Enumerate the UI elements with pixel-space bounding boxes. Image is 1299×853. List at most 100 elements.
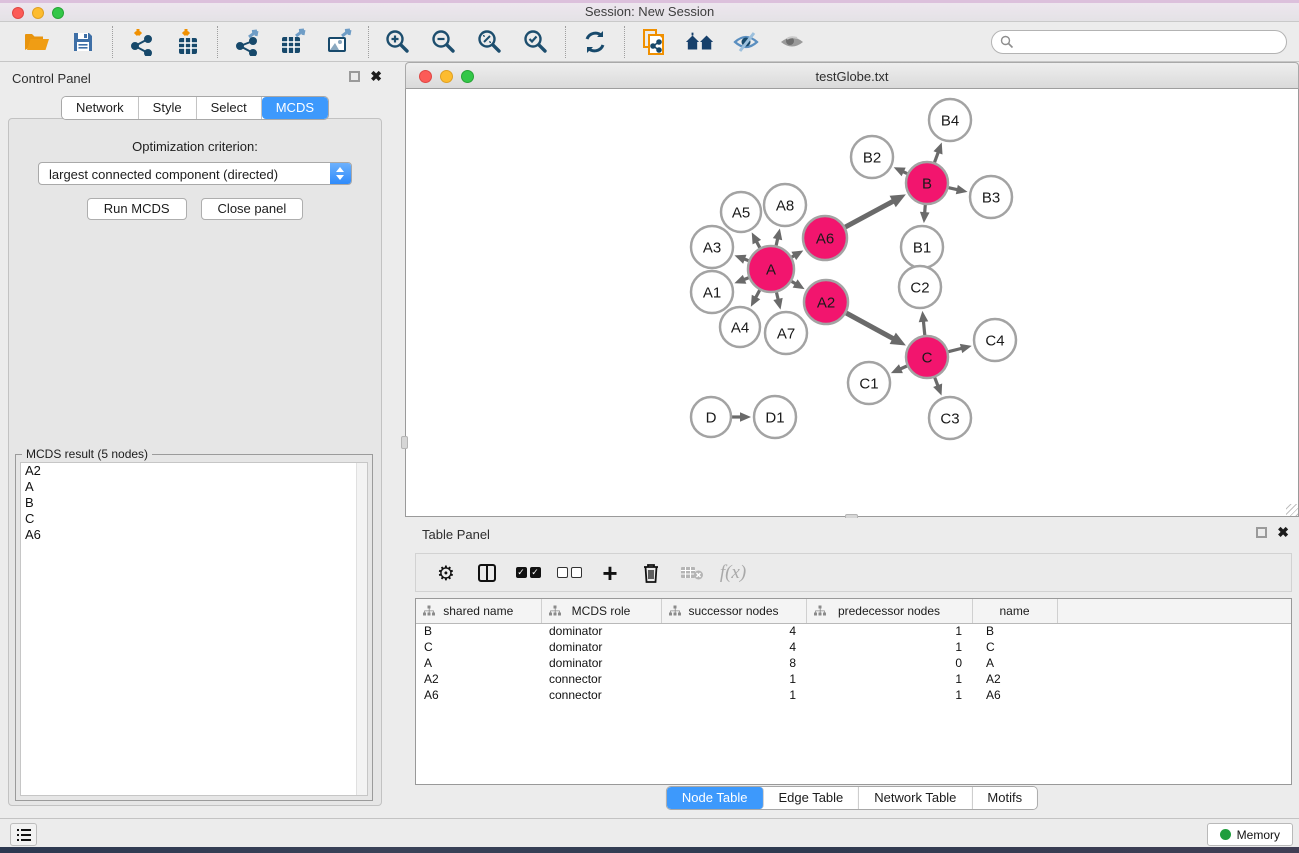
table-cell[interactable]: C — [416, 639, 541, 655]
graph-node-B1[interactable]: B1 — [901, 226, 943, 268]
import-network-icon[interactable] — [127, 27, 157, 57]
zoom-selected-icon[interactable] — [521, 27, 551, 57]
column-header[interactable]: shared name — [416, 599, 541, 623]
export-image-icon[interactable] — [324, 27, 354, 57]
close-panel-button[interactable]: Close panel — [201, 198, 304, 220]
export-table-icon[interactable] — [278, 27, 308, 57]
table-cell[interactable]: B — [972, 623, 1057, 639]
graph-node-A4[interactable]: A4 — [720, 307, 760, 347]
first-neighbors-icon[interactable] — [685, 27, 715, 57]
run-mcds-button[interactable]: Run MCDS — [87, 198, 187, 220]
float-panel-icon[interactable] — [349, 71, 360, 82]
table-cell[interactable]: connector — [541, 671, 661, 687]
table-cell[interactable]: 1 — [806, 623, 972, 639]
export-network-icon[interactable] — [232, 27, 262, 57]
window-resize-handle[interactable] — [1286, 504, 1298, 516]
result-item[interactable]: A6 — [21, 527, 367, 543]
graph-node-A6[interactable]: A6 — [803, 216, 847, 260]
table-cell[interactable]: A2 — [972, 671, 1057, 687]
table-row[interactable]: A6connector11A6 — [416, 687, 1291, 703]
tab-select[interactable]: Select — [197, 97, 262, 119]
tab-motifs[interactable]: Motifs — [972, 787, 1037, 809]
delete-table-icon[interactable] — [679, 560, 705, 586]
graph-node-A2[interactable]: A2 — [804, 280, 848, 324]
zoom-fit-icon[interactable] — [475, 27, 505, 57]
node-table[interactable]: shared nameMCDS rolesuccessor nodesprede… — [415, 598, 1292, 785]
criterion-select[interactable]: largest connected component (directed) — [38, 162, 352, 185]
network-canvas-area[interactable]: B4B2BB3A5A8A6B1A3AA1C2A2A4A7C4CC1C3DD1 — [405, 89, 1299, 517]
graph-node-D1[interactable]: D1 — [754, 396, 796, 438]
open-file-icon[interactable] — [22, 27, 52, 57]
tab-edge-table[interactable]: Edge Table — [763, 787, 859, 809]
graph-node-B3[interactable]: B3 — [970, 176, 1012, 218]
table-cell[interactable]: 1 — [806, 671, 972, 687]
graph-node-B4[interactable]: B4 — [929, 99, 971, 141]
search-input[interactable] — [991, 30, 1287, 54]
close-panel-icon[interactable]: ✖ — [370, 68, 382, 85]
refresh-layout-icon[interactable] — [580, 27, 610, 57]
graph-node-C4[interactable]: C4 — [974, 319, 1016, 361]
table-cell[interactable]: A6 — [972, 687, 1057, 703]
column-header[interactable]: predecessor nodes — [806, 599, 972, 623]
graph-node-D[interactable]: D — [691, 397, 731, 437]
table-cell[interactable]: 4 — [661, 639, 806, 655]
graph-node-C1[interactable]: C1 — [848, 362, 890, 404]
duplicate-network-icon[interactable] — [639, 27, 669, 57]
table-cell[interactable]: connector — [541, 687, 661, 703]
close-table-panel-icon[interactable]: ✖ — [1277, 524, 1289, 541]
graph-node-B[interactable]: B — [906, 162, 948, 204]
graph-node-C[interactable]: C — [906, 336, 948, 378]
zoom-in-icon[interactable] — [383, 27, 413, 57]
split-panel-icon[interactable] — [474, 560, 500, 586]
graph-node-C2[interactable]: C2 — [899, 266, 941, 308]
save-session-icon[interactable] — [68, 27, 98, 57]
import-table-icon[interactable] — [173, 27, 203, 57]
result-item[interactable]: A — [21, 479, 367, 495]
tab-style[interactable]: Style — [139, 97, 197, 119]
select-all-columns-icon[interactable]: ✓✓ — [515, 560, 541, 586]
result-item[interactable]: C — [21, 511, 367, 527]
graph-node-C3[interactable]: C3 — [929, 397, 971, 439]
zoom-out-icon[interactable] — [429, 27, 459, 57]
left-splitter-grip[interactable] — [401, 436, 408, 449]
graph-node-A3[interactable]: A3 — [691, 226, 733, 268]
table-row[interactable]: Bdominator41B — [416, 623, 1291, 639]
table-settings-icon[interactable]: ⚙ — [433, 560, 459, 586]
column-header[interactable]: name — [972, 599, 1057, 623]
edge-C-C2[interactable] — [923, 320, 925, 335]
table-cell[interactable]: 1 — [661, 671, 806, 687]
tab-network[interactable]: Network — [62, 97, 139, 119]
table-cell[interactable]: A2 — [416, 671, 541, 687]
table-cell[interactable]: dominator — [541, 655, 661, 671]
result-item[interactable]: B — [21, 495, 367, 511]
table-cell[interactable]: 1 — [661, 687, 806, 703]
delete-column-icon[interactable] — [638, 560, 664, 586]
table-cell[interactable]: 8 — [661, 655, 806, 671]
tab-node-table[interactable]: Node Table — [667, 787, 764, 809]
table-cell[interactable]: 1 — [806, 687, 972, 703]
column-header[interactable]: successor nodes — [661, 599, 806, 623]
show-all-icon[interactable] — [777, 27, 807, 57]
graph-node-B2[interactable]: B2 — [851, 136, 893, 178]
graph-node-A[interactable]: A — [748, 246, 794, 292]
tab-mcds[interactable]: MCDS — [262, 97, 328, 119]
table-row[interactable]: A2connector11A2 — [416, 671, 1291, 687]
add-column-icon[interactable]: + — [597, 560, 623, 586]
float-table-panel-icon[interactable] — [1256, 527, 1267, 538]
result-scrollbar[interactable] — [356, 463, 367, 795]
graph-node-A8[interactable]: A8 — [764, 184, 806, 226]
edge-A6-B[interactable] — [845, 201, 894, 228]
unselect-all-columns-icon[interactable] — [556, 560, 582, 586]
edge-A2-C[interactable] — [846, 313, 894, 339]
column-header[interactable]: MCDS role — [541, 599, 661, 623]
hide-selected-icon[interactable] — [731, 27, 761, 57]
table-row[interactable]: Cdominator41C — [416, 639, 1291, 655]
memory-button[interactable]: Memory — [1207, 823, 1293, 846]
table-row[interactable]: Adominator80A — [416, 655, 1291, 671]
graph-node-A5[interactable]: A5 — [721, 192, 761, 232]
result-item[interactable]: A2 — [21, 463, 367, 479]
table-cell[interactable]: dominator — [541, 639, 661, 655]
graph-node-A1[interactable]: A1 — [691, 271, 733, 313]
table-cell[interactable]: dominator — [541, 623, 661, 639]
table-cell[interactable]: C — [972, 639, 1057, 655]
